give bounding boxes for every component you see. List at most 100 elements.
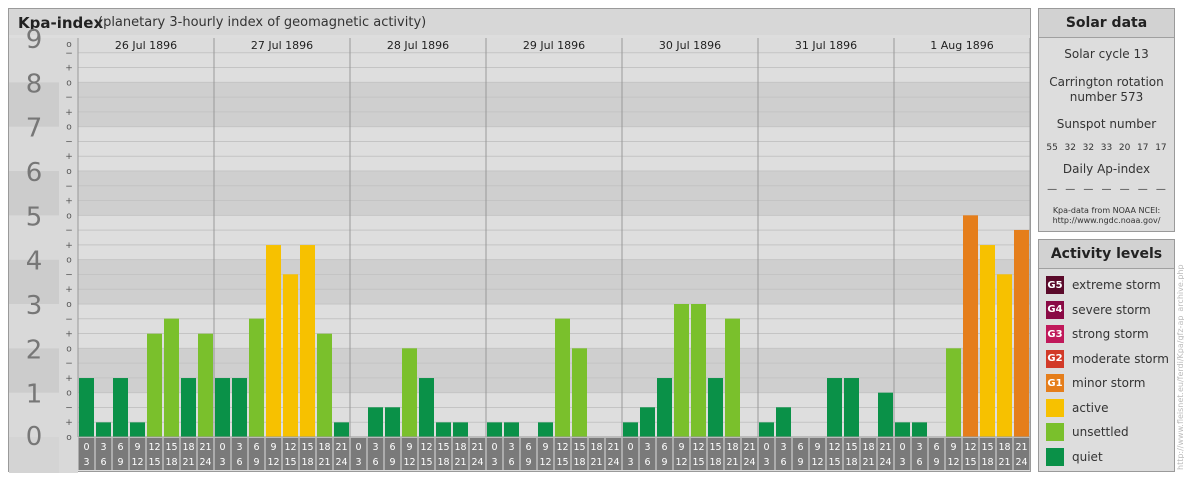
kp-bar (266, 245, 281, 437)
solar-data-panel: Solar data Solar cycle 13 Carrington rot… (1038, 8, 1175, 232)
kp-bar (147, 333, 162, 437)
interval-start-label: 9 (406, 442, 412, 453)
interval-end-label: 15 (964, 457, 976, 468)
legend-item: active (1046, 398, 1109, 417)
interval-start-label: 21 (335, 442, 347, 453)
y-tick-label: 8 (26, 69, 43, 99)
y-minor-mark: o (66, 211, 72, 221)
interval-end-label: 18 (165, 457, 177, 468)
interval-start-label: 21 (879, 442, 891, 453)
legend-swatch: G2 (1046, 349, 1064, 368)
y-minor-mark: + (65, 330, 73, 340)
y-minor-mark: o (66, 167, 72, 177)
kp-bar (759, 422, 774, 437)
legend-item: unsettled (1046, 423, 1129, 441)
interval-end-label: 9 (117, 457, 123, 468)
kp-bar (164, 318, 179, 437)
legend-label: active (1072, 400, 1109, 415)
plot-band (78, 304, 1030, 349)
data-source-link[interactable]: http://www.ngdc.noaa.gov/ (1039, 216, 1174, 226)
kp-bar (232, 378, 247, 437)
y-minor-mark: − (65, 137, 73, 147)
kp-bar (1014, 229, 1029, 437)
legend-swatch (1046, 423, 1064, 441)
kp-bar (776, 407, 791, 437)
y-minor-mark: − (65, 93, 73, 103)
kp-bar (453, 422, 468, 437)
kp-bar (334, 422, 349, 437)
kp-bar (402, 348, 417, 437)
kp-bar (96, 422, 111, 437)
kp-bar (691, 304, 706, 437)
plot-band (78, 82, 1030, 127)
y-minor-mark: + (65, 108, 73, 118)
kp-bar (725, 318, 740, 437)
kp-bar (181, 378, 196, 437)
interval-end-label: 3 (899, 457, 905, 468)
interval-end-label: 18 (301, 457, 313, 468)
y-tick-label: 6 (26, 158, 43, 188)
y-tick-label: 4 (26, 247, 43, 277)
ap-value: — (1137, 184, 1148, 195)
interval-start-label: 0 (899, 442, 905, 453)
interval-start-label: 12 (420, 442, 432, 453)
interval-end-label: 18 (981, 457, 993, 468)
kp-bar (640, 407, 655, 437)
interval-start-label: 12 (828, 442, 840, 453)
interval-start-label: 21 (1015, 442, 1027, 453)
kp-bar (844, 378, 859, 437)
kp-bar (623, 422, 638, 437)
y-minor-mark: + (65, 241, 73, 251)
interval-end-label: 24 (607, 457, 619, 468)
interval-end-label: 15 (556, 457, 568, 468)
kp-bar (657, 378, 672, 437)
kp-bar (878, 392, 893, 437)
interval-start-label: 15 (981, 442, 993, 453)
interval-end-label: 15 (692, 457, 704, 468)
sunspot-value: 32 (1082, 143, 1095, 153)
y-minor-mark: − (65, 270, 73, 280)
y-minor-mark: − (65, 226, 73, 236)
day-label: 30 Jul 1896 (659, 39, 721, 52)
interval-end-label: 6 (780, 457, 786, 468)
interval-start-label: 9 (678, 442, 684, 453)
kp-bar (997, 274, 1012, 437)
legend-label: extreme storm (1072, 278, 1161, 292)
kp-bar (708, 378, 723, 437)
kp-bar (419, 378, 434, 437)
legend-swatch: G5 (1046, 276, 1064, 294)
legend-item: quiet (1046, 447, 1103, 466)
plot-band (78, 171, 1030, 216)
interval-start-label: 18 (182, 442, 194, 453)
sunspot-value: 32 (1064, 143, 1076, 153)
interval-end-label: 3 (83, 457, 89, 468)
interval-end-label: 18 (845, 457, 857, 468)
kp-bar (487, 422, 502, 437)
ap-value: — (1047, 184, 1058, 195)
carrington-rotation-line1: Carrington rotation (1049, 75, 1164, 89)
kp-bar (436, 422, 451, 437)
interval-end-label: 9 (661, 457, 667, 468)
interval-end-label: 6 (916, 457, 922, 468)
legend-label: strong storm (1072, 327, 1149, 341)
interval-end-label: 15 (420, 457, 432, 468)
kp-bar (980, 245, 995, 437)
legend-swatch (1046, 398, 1064, 417)
interval-end-label: 9 (797, 457, 803, 468)
y-minor-mark: − (65, 403, 73, 413)
kp-bar (385, 407, 400, 437)
kp-bar (827, 378, 842, 437)
interval-start-label: 9 (950, 442, 956, 453)
ap-values: — — — — — — — (1039, 184, 1174, 195)
interval-start-label: 15 (573, 442, 585, 453)
interval-end-label: 18 (437, 457, 449, 468)
legend-label: unsettled (1072, 425, 1129, 439)
y-tick-label: 0 (26, 422, 43, 452)
sunspot-value: 20 (1118, 143, 1131, 153)
y-minor-mark: + (65, 285, 73, 295)
interval-end-label: 15 (284, 457, 296, 468)
kp-bar (538, 422, 553, 437)
interval-end-label: 18 (573, 457, 585, 468)
y-minor-mark: + (65, 152, 73, 162)
kp-bar (300, 245, 315, 437)
